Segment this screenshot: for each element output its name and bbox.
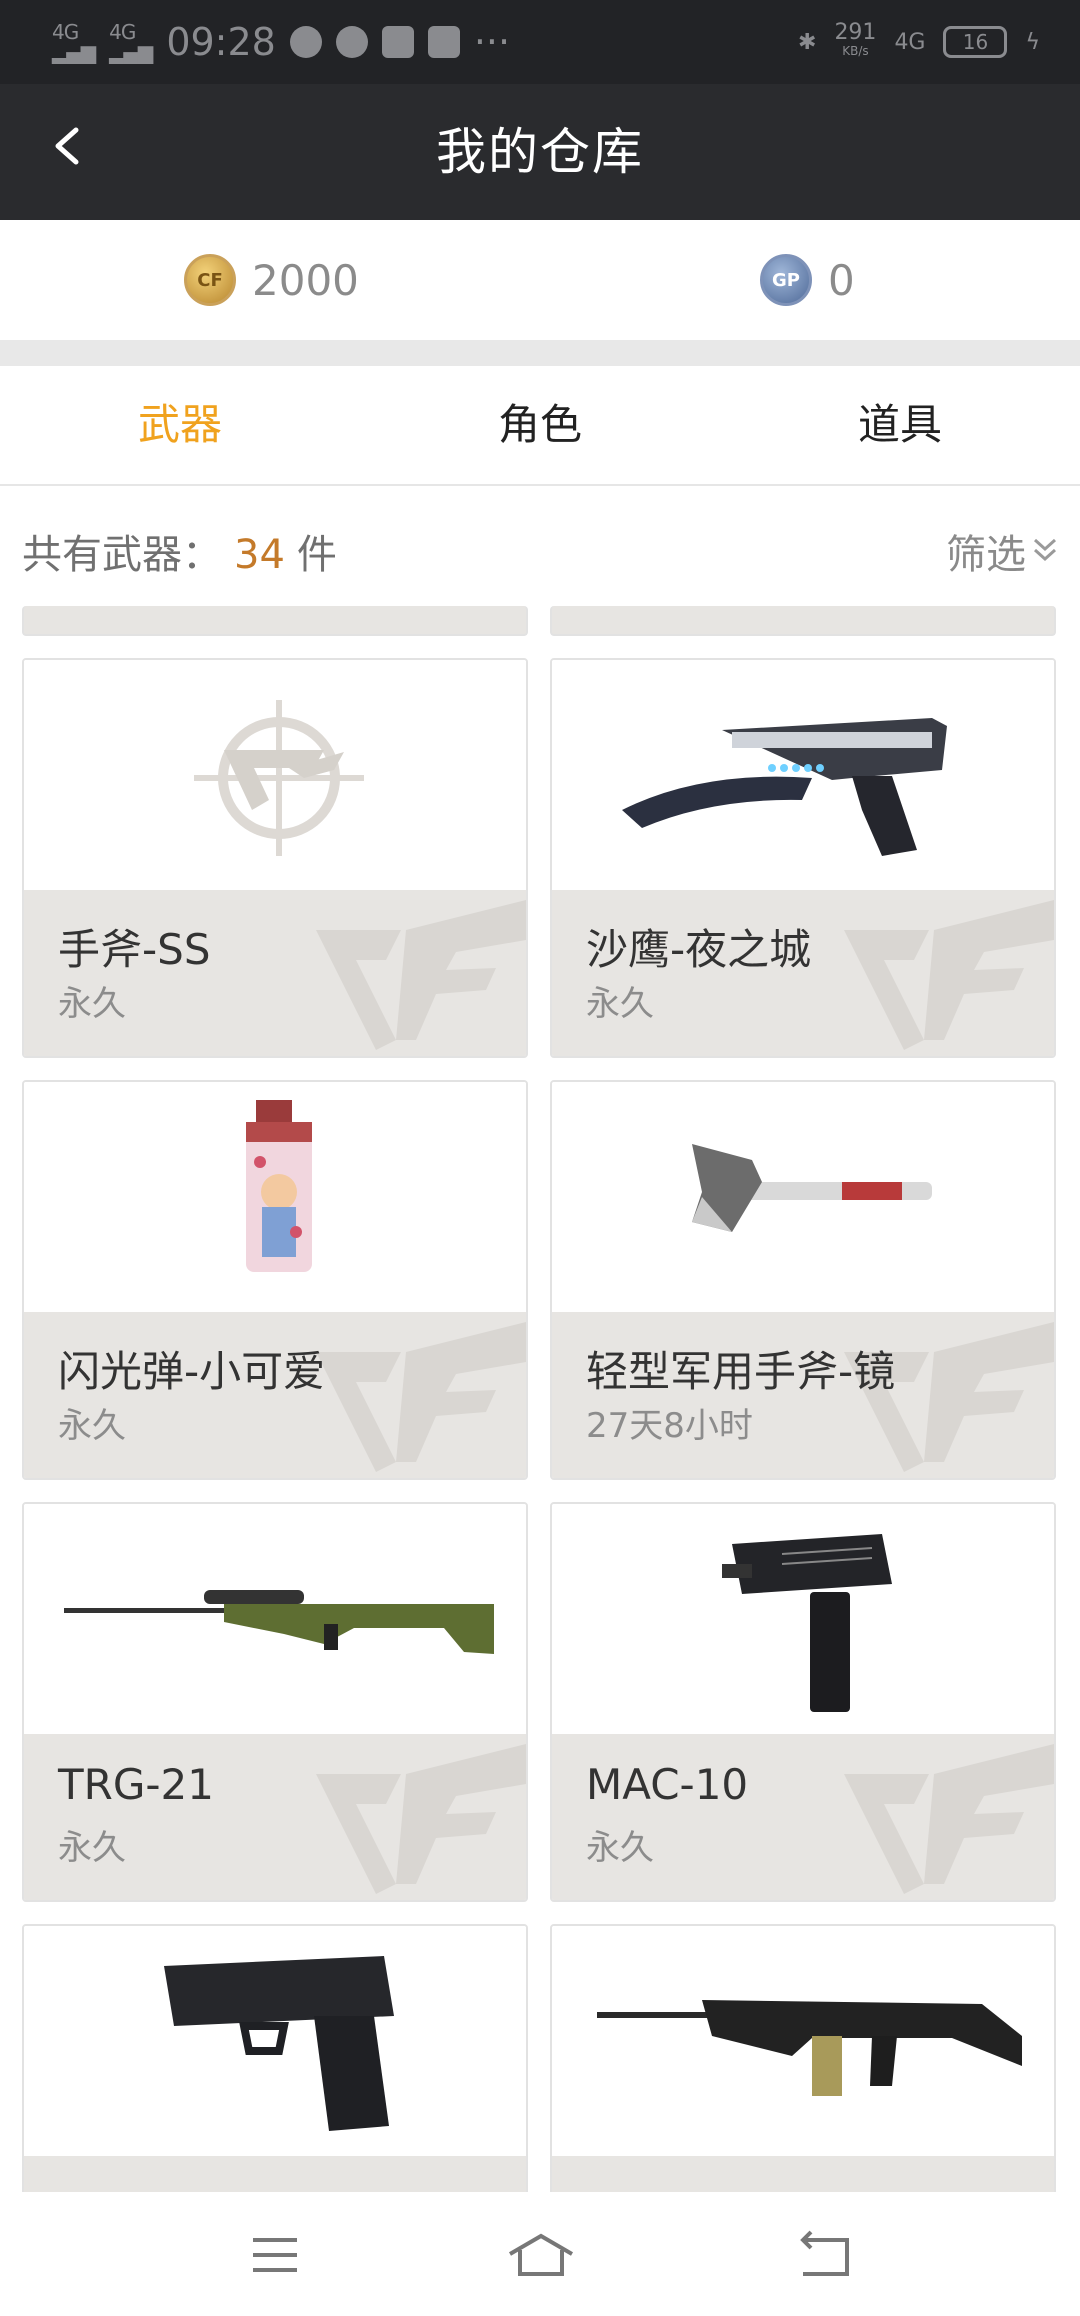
pistol-image <box>164 1956 394 2131</box>
weapon-card[interactable]: 闪光弹-小可爱 永久 <box>22 1080 528 1480</box>
double-chevron-down-icon <box>1033 538 1057 562</box>
grenade-image <box>246 1100 312 1272</box>
status-time: 09:28 <box>166 20 276 64</box>
weapon-duration: 永久 <box>58 1828 126 1868</box>
k-app-icon <box>381 26 414 58</box>
sniper-rifle-image <box>64 1590 494 1654</box>
page-title: 我的仓库 <box>436 123 644 181</box>
section-divider <box>0 340 1080 366</box>
network-type: 4G <box>894 29 926 55</box>
weapon-duration: 永久 <box>58 1406 126 1446</box>
cf-currency: CF 2000 <box>184 250 359 310</box>
battery-icon: 16 <box>943 26 1008 58</box>
weapon-name: MAC-10 <box>586 1760 749 1809</box>
weapon-card-partial[interactable] <box>550 606 1056 636</box>
weapon-image <box>552 1504 1054 1734</box>
back-icon[interactable] <box>795 2230 855 2280</box>
smg-image <box>722 1534 892 1712</box>
machine-gun-image <box>597 2000 1022 2096</box>
weapon-info: 手斧-SS 永久 <box>24 890 526 1056</box>
weapon-name: 轻型军用手斧-镜 <box>586 1347 896 1396</box>
cf-watermark-icon <box>316 1744 526 1894</box>
net-speed-value: 291 <box>834 20 877 45</box>
weapon-grid: 手斧-SS 永久 沙鹰-夜之城 永久 闪光弹-小可爱 永久 轻型军用手斧-镜 2… <box>0 606 1080 2192</box>
weapon-image <box>24 1082 526 1312</box>
weapon-image <box>24 660 526 890</box>
count-prefix: 共有武器： <box>22 532 222 578</box>
bluetooth-icon: ✱ <box>798 29 817 55</box>
filter-label: 筛选 <box>946 532 1026 578</box>
weapon-duration: 永久 <box>58 984 126 1024</box>
category-tabs: 武器 角色 道具 <box>0 366 1080 486</box>
weapon-image <box>24 1504 526 1734</box>
weapon-image <box>24 1926 526 2156</box>
net-speed-unit: KB/s <box>842 44 869 58</box>
net-speed: 291 KB/s <box>834 20 877 60</box>
top-nav-bar: 我的仓库 <box>0 84 1080 220</box>
signal-icon: 4G ▂▄▆ <box>52 20 96 64</box>
weapon-info <box>552 2156 1054 2192</box>
summary-row: 共有武器： 34 件 筛选 <box>0 486 1080 606</box>
weapon-name: 沙鹰-夜之城 <box>586 925 812 974</box>
charging-icon: ϟ <box>1025 29 1040 55</box>
weapon-card[interactable]: 沙鹰-夜之城 永久 <box>550 658 1056 1058</box>
weapon-info: 沙鹰-夜之城 永久 <box>552 890 1054 1056</box>
weapon-info: TRG-21 永久 <box>24 1734 526 1900</box>
cf-amount: 2000 <box>252 255 359 305</box>
cf-watermark-icon <box>316 900 526 1050</box>
currency-bar: CF 2000 GP 0 <box>0 220 1080 340</box>
more-indicator: ··· <box>473 20 511 64</box>
tab-items[interactable]: 道具 <box>720 366 1080 484</box>
weapon-card-partial[interactable] <box>22 606 528 636</box>
weapon-card[interactable] <box>550 1924 1056 2192</box>
send-app-icon <box>427 26 460 58</box>
weapon-name: TRG-21 <box>58 1760 214 1809</box>
app-notify-icon <box>289 26 322 58</box>
weapon-card[interactable]: 手斧-SS 永久 <box>22 658 528 1058</box>
tab-weapons[interactable]: 武器 <box>0 366 360 484</box>
weapon-duration: 永久 <box>586 984 654 1024</box>
weapon-info: 闪光弹-小可爱 永久 <box>24 1312 526 1478</box>
weapon-count: 共有武器： 34 件 <box>22 522 337 580</box>
weapon-card[interactable]: TRG-21 永久 <box>22 1502 528 1902</box>
weapon-name: 手斧-SS <box>58 925 211 974</box>
hatchet-image <box>692 1144 932 1232</box>
pistol-image <box>622 718 947 856</box>
count-suffix: 件 <box>296 532 337 578</box>
system-nav-bar <box>0 2192 1080 2316</box>
weapon-image <box>552 1082 1054 1312</box>
weapon-info: MAC-10 永久 <box>552 1734 1054 1900</box>
gp-amount: 0 <box>828 255 855 305</box>
status-bar: 4G ▂▄▆ 4G ▂▄▆ 09:28 ··· ✱ 291 KB/s 4G 16 ϟ <box>0 0 1080 84</box>
weapon-duration: 27天8小时 <box>586 1406 753 1446</box>
count-value: 34 <box>234 532 285 578</box>
gp-coin-icon: GP <box>760 254 812 306</box>
home-icon[interactable] <box>506 2230 576 2280</box>
weapon-name: 闪光弹-小可爱 <box>58 1347 326 1396</box>
weapon-card[interactable] <box>22 1924 528 2192</box>
cf-logo-placeholder-icon <box>194 700 364 856</box>
weapon-info: 轻型军用手斧-镜 27天8小时 <box>552 1312 1054 1478</box>
cf-coin-icon: CF <box>184 254 236 306</box>
weapon-card[interactable]: MAC-10 永久 <box>550 1502 1056 1902</box>
menu-icon[interactable] <box>245 2230 305 2280</box>
signal-icon-2: 4G ▂▄▆ <box>109 20 153 64</box>
cf-watermark-icon <box>844 900 1054 1050</box>
weapon-info <box>24 2156 526 2192</box>
weapon-image <box>552 660 1054 890</box>
gp-currency: GP 0 <box>760 250 855 310</box>
filter-button[interactable]: 筛选 <box>946 522 1058 580</box>
weapon-card[interactable]: 轻型军用手斧-镜 27天8小时 <box>550 1080 1056 1480</box>
tab-characters[interactable]: 角色 <box>360 366 720 484</box>
battery-level: 16 <box>962 30 989 54</box>
cf-watermark-icon <box>316 1322 526 1472</box>
weapon-duration: 永久 <box>586 1828 654 1868</box>
weapon-image <box>552 1926 1054 2156</box>
cf-watermark-icon <box>844 1744 1054 1894</box>
message-icon <box>335 26 368 58</box>
